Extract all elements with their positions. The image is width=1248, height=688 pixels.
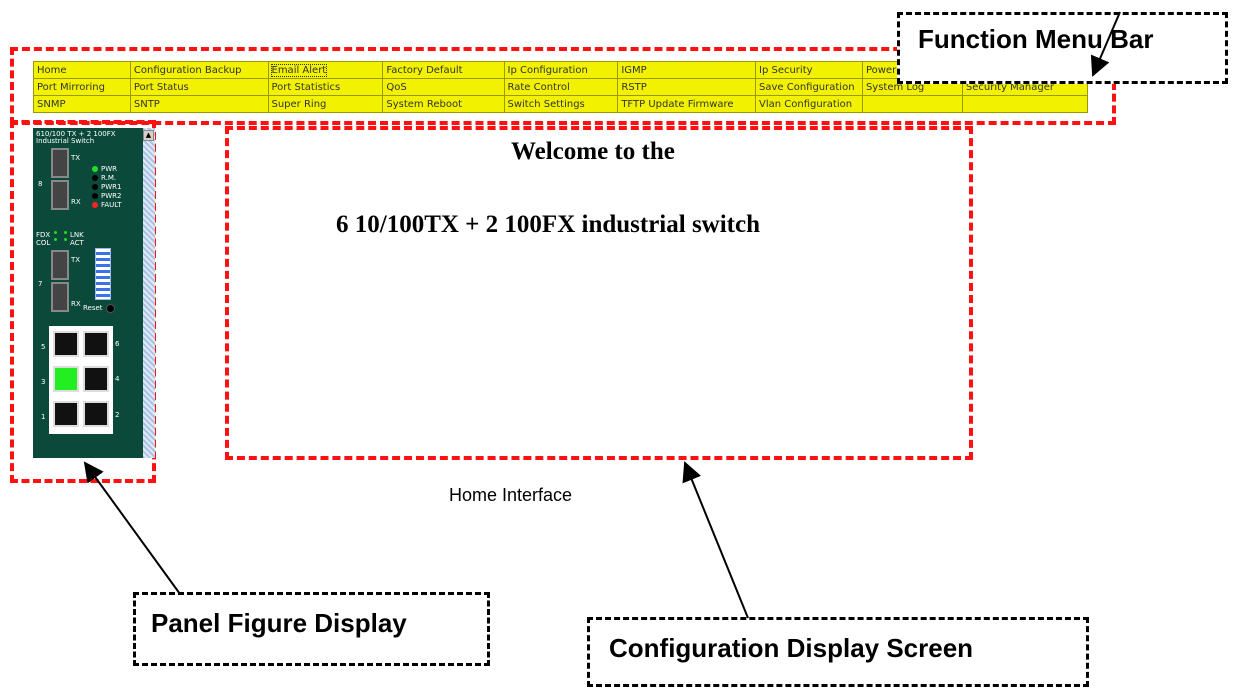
panel-arrow: [83, 461, 181, 595]
config-arrow: [682, 461, 749, 619]
callout-arrows: [83, 11, 1121, 619]
menu-bar-arrow: [1090, 11, 1121, 77]
